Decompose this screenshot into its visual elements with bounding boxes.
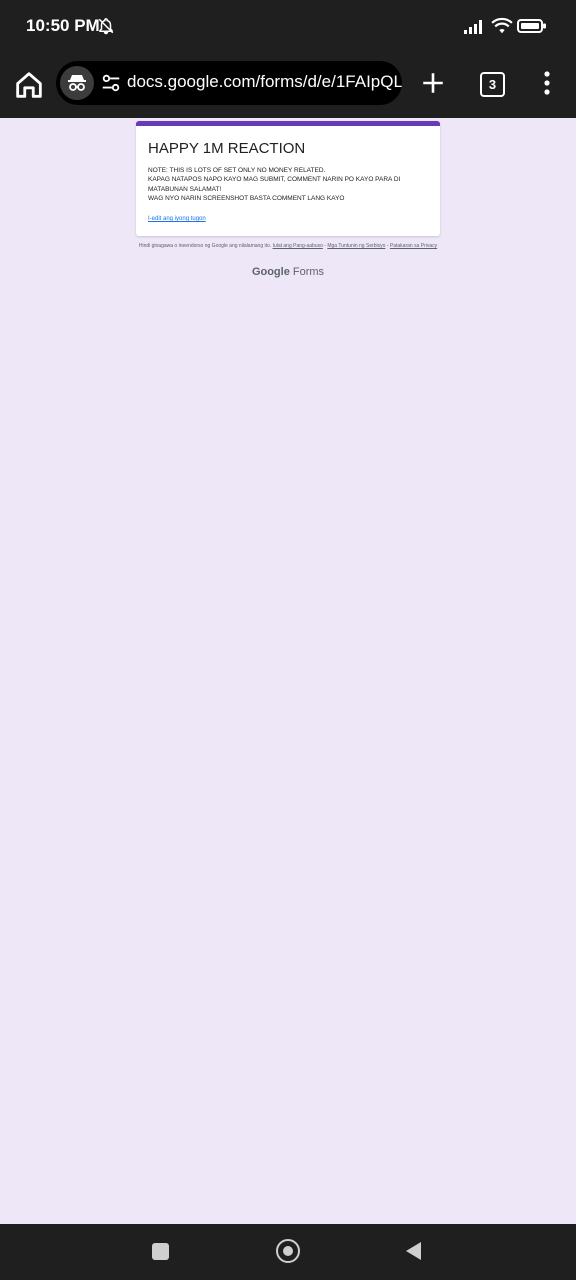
browser-toolbar: docs.google.com/forms/d/e/1FAIpQLS 3	[0, 56, 576, 118]
wifi-icon	[491, 17, 513, 34]
back-icon[interactable]	[404, 1241, 422, 1261]
tab-switcher-button[interactable]: 3	[480, 72, 505, 97]
google-forms-logo[interactable]: Google Forms	[136, 266, 440, 278]
address-bar[interactable]: docs.google.com/forms/d/e/1FAIpQLS	[56, 61, 402, 105]
form-title: HAPPY 1M REACTION	[148, 140, 306, 157]
home-icon[interactable]	[12, 68, 46, 102]
footer-disclaimer: Hindi ginagawa o ineendorso ng Google an…	[138, 243, 438, 249]
bell-off-icon	[98, 18, 114, 35]
disclaimer-text: Hindi ginagawa o ineendorso ng Google an…	[138, 243, 272, 249]
home-button[interactable]	[276, 1239, 300, 1263]
plus-icon[interactable]	[420, 70, 446, 96]
description-line: WAG NYO NARIN SCREENSHOT BASTA COMMENT L…	[148, 194, 345, 202]
status-time: 10:50 PM	[26, 16, 100, 35]
system-nav-bar	[0, 1224, 576, 1280]
battery-icon	[517, 19, 546, 33]
description-line: KAPAG NATAPOS NAPO KAYO MAG SUBMIT, COMM…	[148, 176, 401, 193]
form-description: NOTE: THIS IS LOTS OF SET ONLY NO MONEY …	[148, 166, 432, 203]
report-abuse-link[interactable]: Iulat ang Pang-aabuso	[273, 243, 323, 249]
incognito-icon[interactable]	[60, 66, 94, 100]
tune-icon[interactable]	[100, 72, 122, 94]
card-accent-bar	[136, 121, 440, 126]
more-vert-icon[interactable]	[538, 70, 556, 96]
signal-icon	[464, 20, 482, 34]
form-card: HAPPY 1M REACTION NOTE: THIS IS LOTS OF …	[136, 121, 440, 236]
terms-link[interactable]: Mga Tuntunin ng Serbisyo	[327, 243, 385, 249]
url-text[interactable]: docs.google.com/forms/d/e/1FAIpQLS	[127, 72, 402, 92]
edit-response-link[interactable]: I-edit ang iyong tugon	[148, 216, 206, 222]
description-line: NOTE: THIS IS LOTS OF SET ONLY NO MONEY …	[148, 167, 326, 174]
status-bar: 10:50 PM	[0, 0, 576, 56]
recents-button[interactable]	[152, 1243, 169, 1260]
privacy-link[interactable]: Patakaran sa Privacy	[390, 243, 437, 249]
